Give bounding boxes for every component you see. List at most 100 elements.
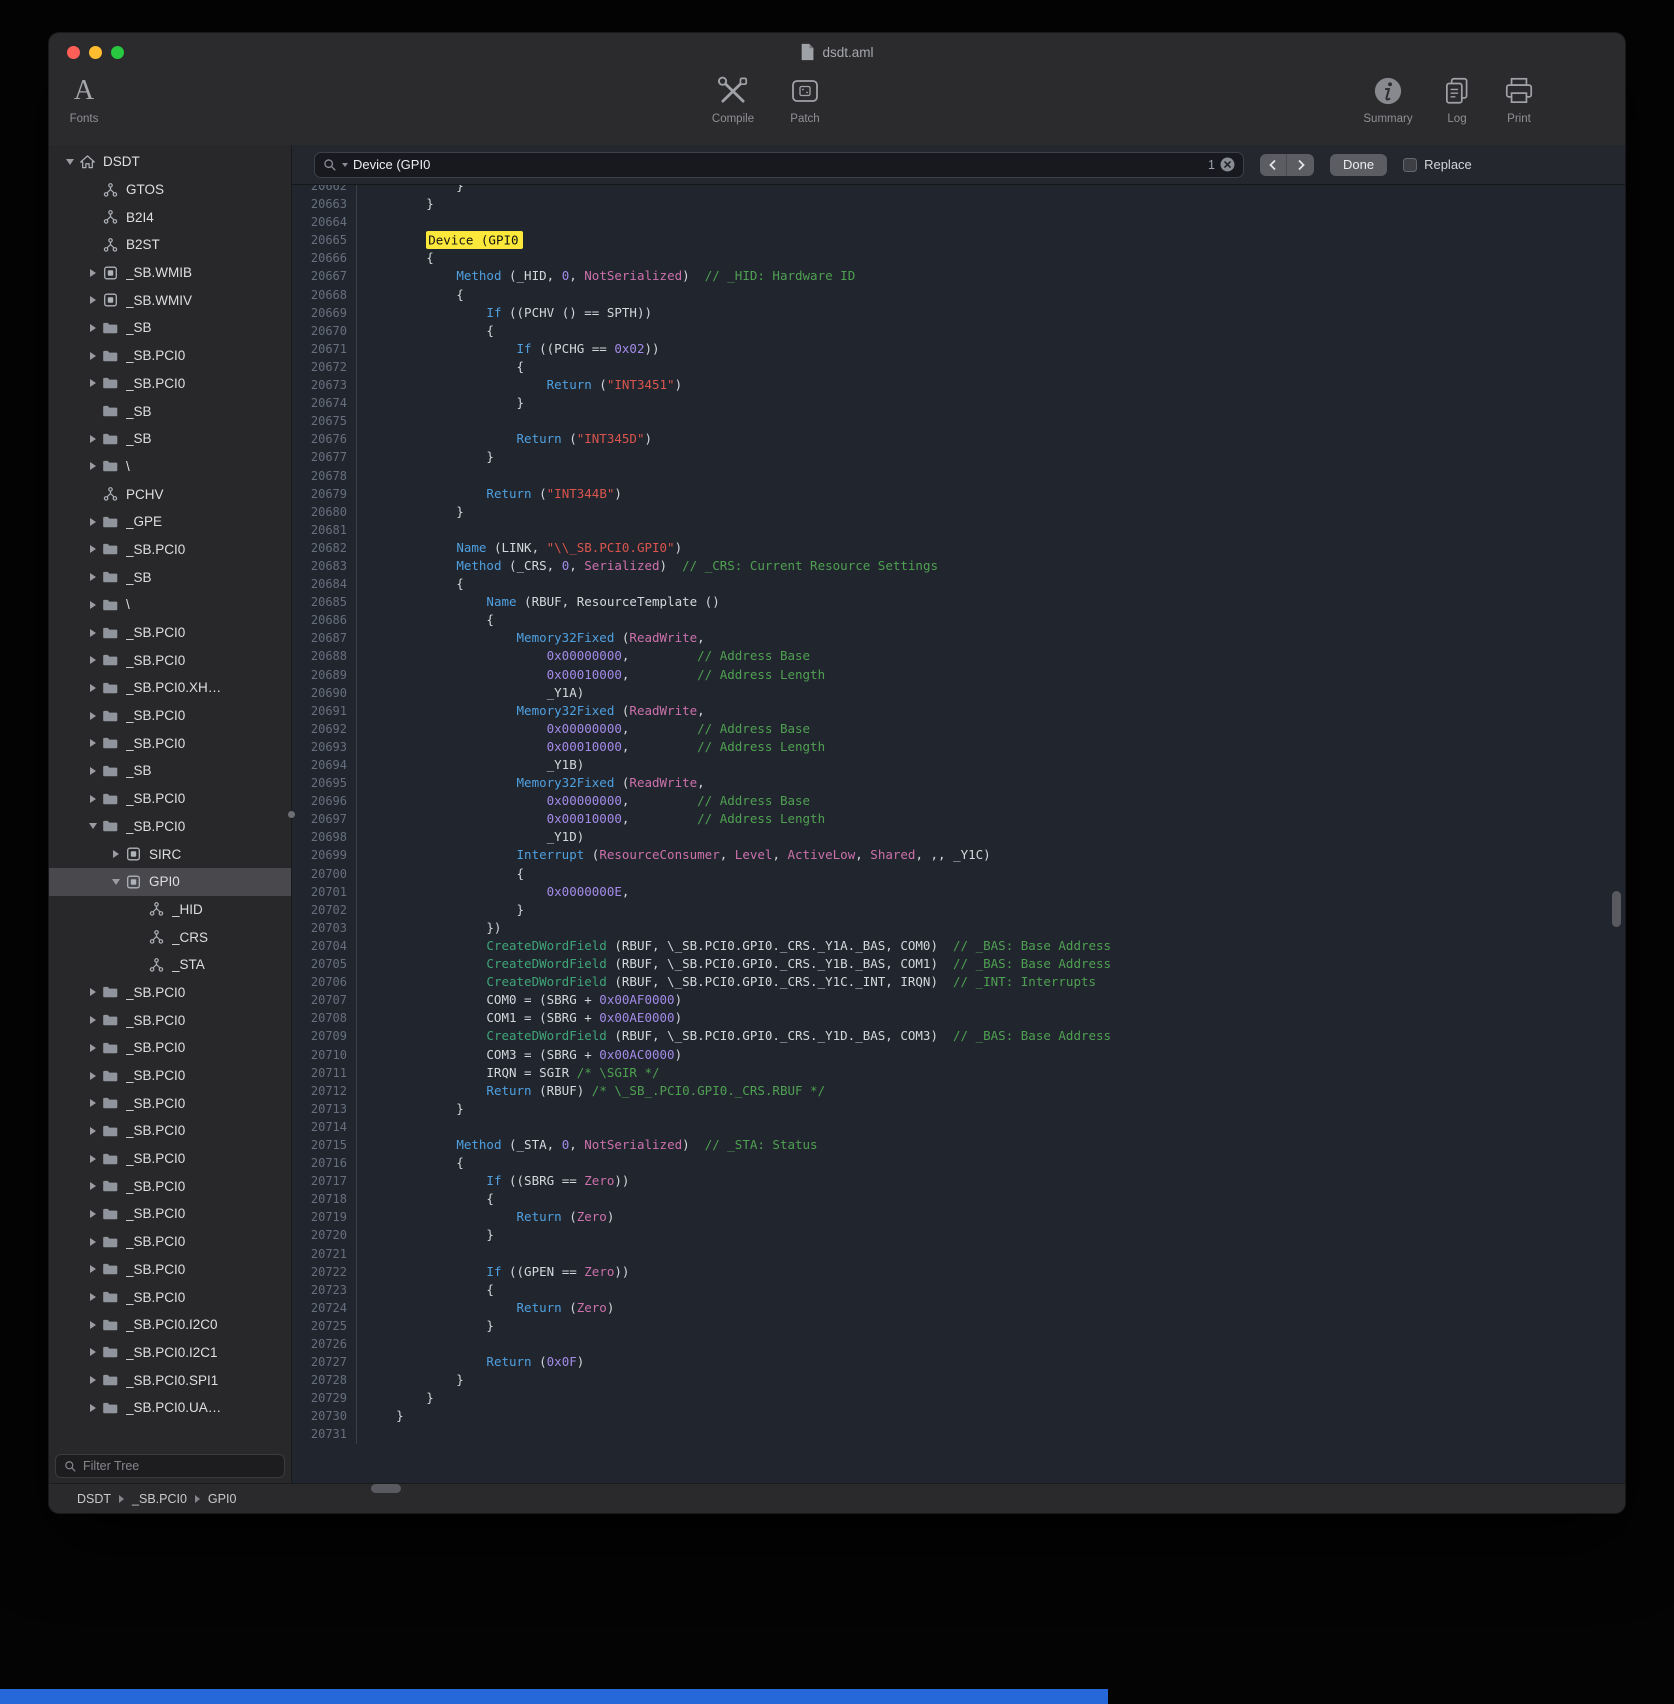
disclosure-open-icon[interactable] [84,823,102,829]
compile-button[interactable]: Compile [704,71,762,125]
code-line[interactable]: 20711 IRQN = SGIR /* \SGIR */ [292,1064,1625,1082]
disclosure-closed-icon[interactable] [84,601,102,609]
code-line[interactable]: 20686 { [292,611,1625,629]
code-line[interactable]: 20705 CreateDWordField (RBUF, \_SB.PCI0.… [292,955,1625,973]
code-line[interactable]: 20687 Memory32Fixed (ReadWrite, [292,629,1625,647]
code-line[interactable]: 20663 } [292,195,1625,213]
disclosure-closed-icon[interactable] [84,352,102,360]
tree-item-sb[interactable]: _SB [49,397,291,425]
tree-item-sbpci0spi1[interactable]: _SB.PCI0.SPI1 [49,1366,291,1394]
code-line[interactable]: 20698 _Y1D) [292,828,1625,846]
disclosure-closed-icon[interactable] [84,1293,102,1301]
tree-item-sirc[interactable]: SIRC [49,840,291,868]
tree-item-sta[interactable]: _STA [49,951,291,979]
code-line[interactable]: 20719 Return (Zero) [292,1208,1625,1226]
disclosure-closed-icon[interactable] [84,1044,102,1052]
find-previous-button[interactable] [1260,154,1287,176]
code-line[interactable]: 20728 } [292,1371,1625,1389]
clear-search-button[interactable] [1220,157,1235,172]
disclosure-closed-icon[interactable] [84,1348,102,1356]
tree-item-sbpci0i2c1[interactable]: _SB.PCI0.I2C1 [49,1339,291,1367]
log-button[interactable]: Log [1435,71,1479,125]
disclosure-closed-icon[interactable] [84,1016,102,1024]
tree-item-sbpci0[interactable]: _SB.PCI0 [49,1089,291,1117]
disclosure-closed-icon[interactable] [84,739,102,747]
patch-button[interactable]: Patch [776,71,834,125]
code-line[interactable]: 20700 { [292,865,1625,883]
tree-item-sbpci0[interactable]: _SB.PCI0 [49,1200,291,1228]
disclosure-closed-icon[interactable] [84,1182,102,1190]
disclosure-closed-icon[interactable] [84,656,102,664]
replace-checkbox[interactable] [1403,158,1417,172]
breadcrumb-item[interactable]: DSDT [77,1492,111,1506]
code-line[interactable]: 20690 _Y1A) [292,684,1625,702]
tree-item-dsdt[interactable]: DSDT [49,148,291,176]
code-line[interactable]: 20682 Name (LINK, "\\_SB.PCI0.GPI0") [292,539,1625,557]
code-line[interactable]: 20670 { [292,322,1625,340]
code-line[interactable]: 20672 { [292,358,1625,376]
disclosure-open-icon[interactable] [107,879,125,885]
tree-item-sbpci0[interactable]: _SB.PCI0 [49,619,291,647]
tree-item-pchv[interactable]: PCHV [49,480,291,508]
filter-tree-input[interactable]: Filter Tree [55,1454,285,1478]
code-line[interactable]: 20699 Interrupt (ResourceConsumer, Level… [292,846,1625,864]
tree-item-sbpci0xh[interactable]: _SB.PCI0.XH… [49,674,291,702]
tree-item-sbpci0i2c0[interactable]: _SB.PCI0.I2C0 [49,1311,291,1339]
code-line[interactable]: 20697 0x00010000, // Address Length [292,810,1625,828]
tree-item-sbpci0[interactable]: _SB.PCI0 [49,979,291,1007]
disclosure-closed-icon[interactable] [84,573,102,581]
tree-item-sb[interactable]: _SB [49,757,291,785]
code-line[interactable]: 20688 0x00000000, // Address Base [292,647,1625,665]
tree-item-sbpci0[interactable]: _SB.PCI0 [49,370,291,398]
disclosure-closed-icon[interactable] [84,1072,102,1080]
tree-item-sbpci0[interactable]: _SB.PCI0 [49,729,291,757]
tree-item-sb[interactable]: _SB [49,563,291,591]
tree-item-sbpci0[interactable]: _SB.PCI0 [49,1006,291,1034]
code-line[interactable]: 20717 If ((SBRG == Zero)) [292,1172,1625,1190]
disclosure-closed-icon[interactable] [84,379,102,387]
disclosure-closed-icon[interactable] [84,1376,102,1384]
code-line[interactable]: 20680 } [292,503,1625,521]
code-line[interactable]: 20692 0x00000000, // Address Base [292,720,1625,738]
code-line[interactable]: 20685 Name (RBUF, ResourceTemplate () [292,593,1625,611]
code-line[interactable]: 20681 [292,521,1625,539]
code-line[interactable]: 20710 COM3 = (SBRG + 0x00AC0000) [292,1046,1625,1064]
code-line[interactable]: 20671 If ((PCHG == 0x02)) [292,340,1625,358]
code-line[interactable]: 20716 { [292,1154,1625,1172]
code-line[interactable]: 20673 Return ("INT3451") [292,376,1625,394]
disclosure-closed-icon[interactable] [84,1155,102,1163]
code-line[interactable]: 20675 [292,412,1625,430]
code-line[interactable]: 20676 Return ("INT345D") [292,430,1625,448]
disclosure-closed-icon[interactable] [84,988,102,996]
code-line[interactable]: 20684 { [292,575,1625,593]
code-line[interactable]: 20729 } [292,1389,1625,1407]
disclosure-closed-icon[interactable] [84,1210,102,1218]
disclosure-closed-icon[interactable] [84,767,102,775]
disclosure-closed-icon[interactable] [84,1238,102,1246]
tree-item-gpe[interactable]: _GPE [49,508,291,536]
disclosure-closed-icon[interactable] [84,435,102,443]
code-line[interactable]: 20674 } [292,394,1625,412]
code-line[interactable]: 20693 0x00010000, // Address Length [292,738,1625,756]
tree-item-crs[interactable]: _CRS [49,923,291,951]
tree-item-sb[interactable]: _SB [49,314,291,342]
find-input[interactable]: Device (GPI0 1 [314,152,1244,178]
find-next-button[interactable] [1287,154,1314,176]
disclosure-closed-icon[interactable] [84,296,102,304]
disclosure-closed-icon[interactable] [84,324,102,332]
tree-item-[interactable]: \ [49,591,291,619]
vertical-scrollbar-thumb[interactable] [1612,891,1621,927]
code-line[interactable]: 20683 Method (_CRS, 0, Serialized) // _C… [292,557,1625,575]
disclosure-open-icon[interactable] [61,159,79,165]
code-line[interactable]: 20665 Device (GPI0 [292,231,1625,249]
tree-item-hid[interactable]: _HID [49,896,291,924]
code-line[interactable]: 20713 } [292,1100,1625,1118]
code-line[interactable]: 20723 { [292,1281,1625,1299]
tree-item-gtos[interactable]: GTOS [49,176,291,204]
summary-button[interactable]: Summary [1359,71,1417,125]
code-line[interactable]: 20703 }) [292,919,1625,937]
code-line[interactable]: 20714 [292,1118,1625,1136]
code-line[interactable]: 20702 } [292,901,1625,919]
print-button[interactable]: Print [1497,71,1541,125]
code-line[interactable]: 20708 COM1 = (SBRG + 0x00AE0000) [292,1009,1625,1027]
